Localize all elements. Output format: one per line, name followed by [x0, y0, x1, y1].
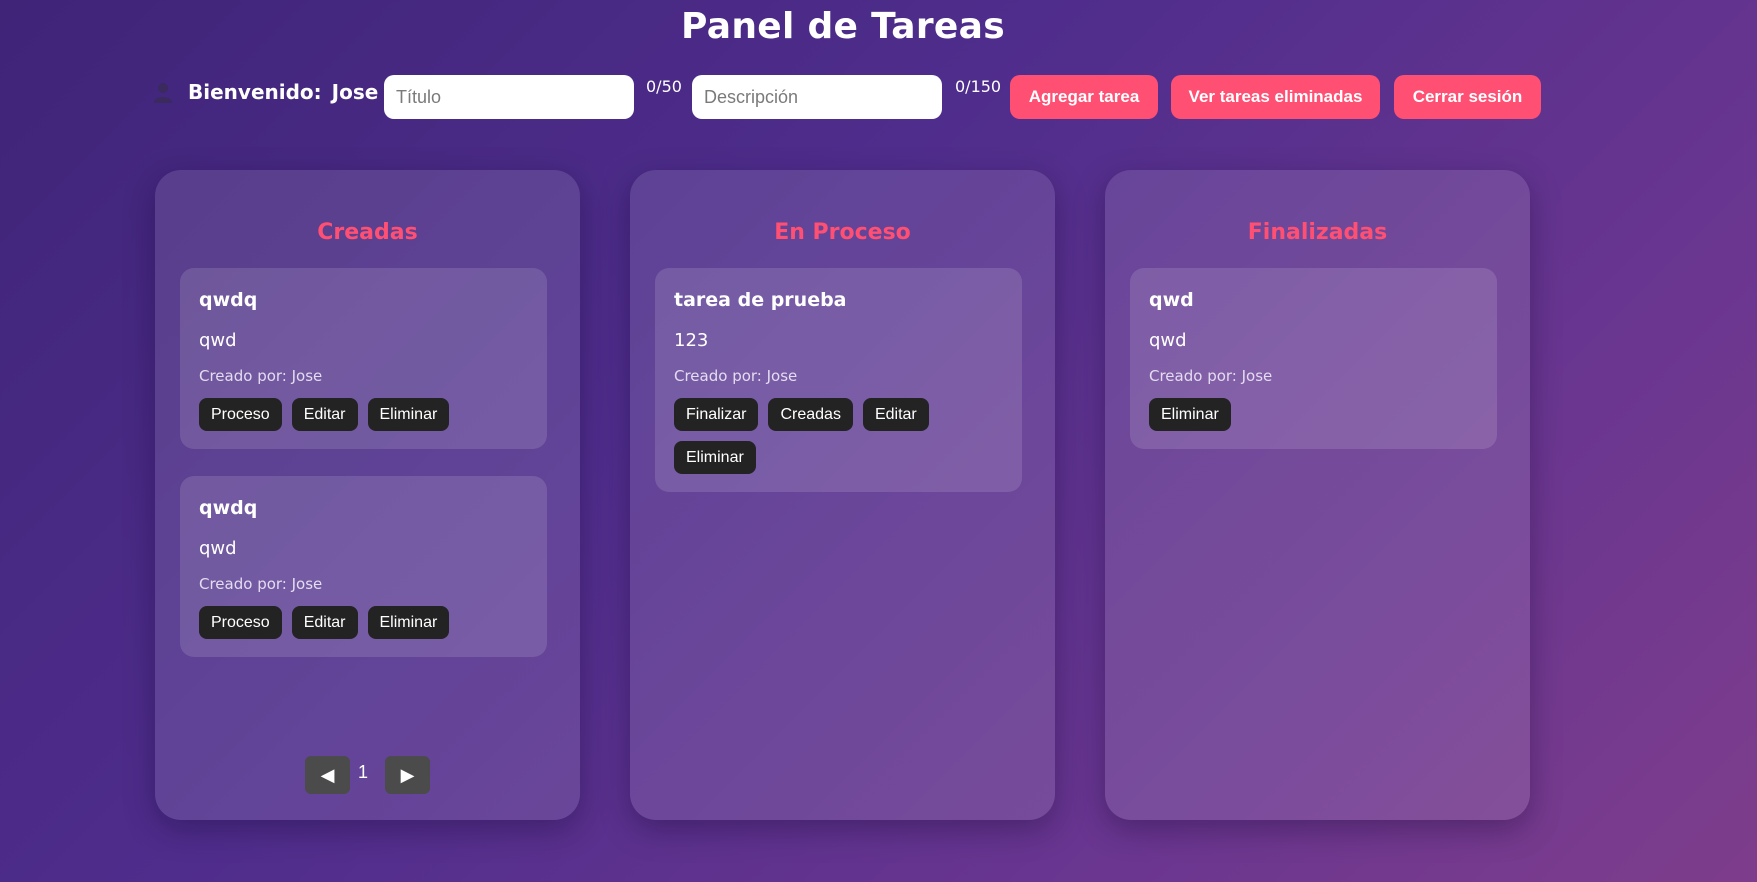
logout-button[interactable]: Cerrar sesión: [1394, 75, 1541, 119]
edit-task-button[interactable]: Editar: [291, 398, 358, 431]
edit-task-button[interactable]: Editar: [862, 398, 929, 431]
task-card: qwdq qwd Creado por: Jose Proceso Editar…: [180, 476, 547, 657]
delete-task-button[interactable]: Eliminar: [674, 441, 756, 474]
task-description-input[interactable]: [692, 75, 942, 119]
task-actions: Proceso Editar Eliminar: [199, 606, 459, 639]
page-title: Panel de Tareas: [681, 6, 1005, 47]
user-avatar-icon: [152, 81, 174, 103]
task-description: qwd: [199, 538, 237, 559]
add-task-button[interactable]: Agregar tarea: [1010, 75, 1158, 119]
task-actions: Eliminar: [1149, 398, 1409, 431]
task-title: qwdq: [199, 497, 258, 519]
task-author: Creado por: Jose: [1149, 367, 1273, 385]
welcome-message: Bienvenido: Jose: [188, 80, 378, 104]
finish-task-button[interactable]: Finalizar: [674, 398, 759, 431]
user-name: Jose: [331, 80, 379, 104]
move-to-created-button[interactable]: Creadas: [768, 398, 853, 431]
task-description: qwd: [199, 330, 237, 351]
task-card: tarea de prueba 123 Creado por: Jose Fin…: [655, 268, 1022, 492]
task-author: Creado por: Jose: [199, 367, 323, 385]
task-title: qwdq: [199, 289, 258, 311]
task-author: Creado por: Jose: [199, 575, 323, 593]
next-page-button[interactable]: ▶: [385, 756, 430, 794]
column-title-in-process: En Proceso: [774, 220, 911, 245]
task-actions: Finalizar Creadas Editar Eliminar: [674, 398, 934, 474]
column-title-created: Creadas: [317, 220, 418, 245]
task-description: 123: [674, 330, 709, 351]
move-to-process-button[interactable]: Proceso: [199, 606, 282, 639]
previous-page-button[interactable]: ◀: [305, 756, 350, 794]
column-title-finished: Finalizadas: [1247, 220, 1388, 245]
view-deleted-tasks-button[interactable]: Ver tareas eliminadas: [1171, 75, 1380, 119]
current-page-number: 1: [358, 762, 369, 782]
delete-task-button[interactable]: Eliminar: [367, 606, 450, 639]
task-card: qwdq qwd Creado por: Jose Proceso Editar…: [180, 268, 547, 449]
description-char-counter: 0/150: [955, 77, 1002, 96]
delete-task-button[interactable]: Eliminar: [367, 398, 450, 431]
edit-task-button[interactable]: Editar: [291, 606, 358, 639]
column-in-process: En Proceso tarea de prueba 123 Creado po…: [630, 170, 1055, 820]
column-created: Creadas qwdq qwd Creado por: Jose Proces…: [155, 170, 580, 820]
title-char-counter: 0/50: [646, 77, 682, 96]
welcome-label: Bienvenido:: [188, 80, 322, 104]
task-author: Creado por: Jose: [674, 367, 798, 385]
task-title-input[interactable]: [384, 75, 634, 119]
task-title: qwd: [1149, 289, 1194, 311]
task-description: qwd: [1149, 330, 1187, 351]
column-finished: Finalizadas qwd qwd Creado por: Jose Eli…: [1105, 170, 1530, 820]
task-actions: Proceso Editar Eliminar: [199, 398, 459, 431]
task-title: tarea de prueba: [674, 289, 847, 311]
task-card: qwd qwd Creado por: Jose Eliminar: [1130, 268, 1497, 449]
move-to-process-button[interactable]: Proceso: [199, 398, 282, 431]
delete-task-button[interactable]: Eliminar: [1149, 398, 1231, 431]
top-bar: Panel de Tareas Bienvenido: Jose 0/50 0/1…: [0, 0, 1757, 140]
pagination: ◀ 1 ▶: [155, 756, 580, 796]
